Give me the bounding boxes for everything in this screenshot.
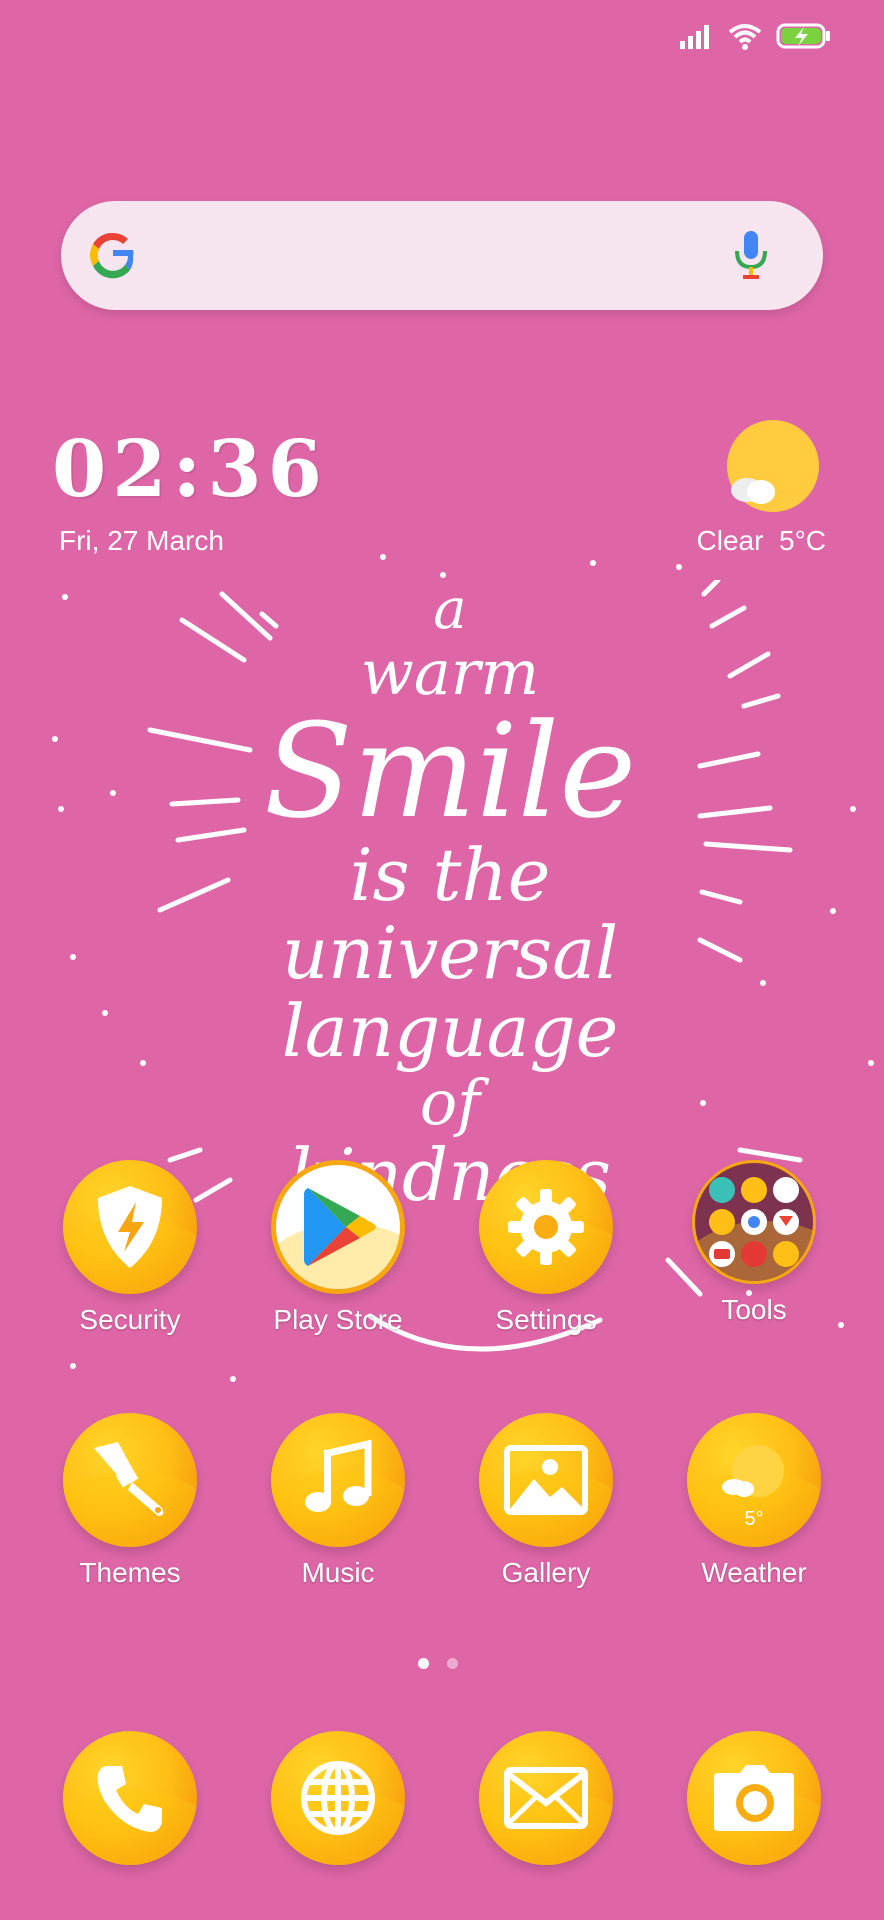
music-note-icon [305,1440,372,1512]
app-gallery[interactable]: Gallery [461,1413,631,1589]
app-label: Play Store [273,1304,403,1335]
dock-mail[interactable] [461,1731,631,1865]
app-label: Security [79,1304,181,1335]
app-play-store[interactable]: Play Store [253,1160,423,1336]
app-settings-icon-bg[interactable] [479,1160,613,1294]
quote-line: of [419,1066,481,1139]
image-icon [504,1445,588,1515]
app-label: Tools [721,1294,787,1325]
google-logo-icon [90,232,134,279]
app-label: Weather [701,1557,807,1588]
clock-time[interactable]: 02:36 [52,424,328,515]
dock-camera[interactable] [669,1731,839,1865]
app-security[interactable]: Security [45,1160,215,1336]
microphone-icon[interactable] [731,229,771,281]
dock-camera-icon-bg[interactable] [687,1731,821,1865]
quote-line: a [433,577,467,642]
weather-temp: 5°C [779,525,826,556]
paintbrush-icon [94,1442,164,1516]
app-label: Gallery [501,1557,591,1588]
quote-line: kindness [289,1133,611,1217]
app-music-icon-bg[interactable] [271,1413,405,1547]
quote-line: is the [349,833,551,917]
page-indicator [418,1658,458,1669]
globe-icon [301,1761,375,1835]
app-themes-icon-bg[interactable] [63,1413,197,1547]
phone-icon [97,1766,162,1832]
weather-condition: Clear [696,525,764,556]
play-store-icon [304,1188,376,1266]
app-label: Settings [495,1304,597,1335]
quote-line: universal [281,911,619,995]
app-weather-icon-bg[interactable]: 5° [687,1413,821,1547]
wallpaper-quote: a warm Smile is the universal language o… [140,577,760,1217]
gear-icon [508,1189,584,1265]
signal-icon [680,25,709,49]
mail-icon [504,1767,588,1829]
folder-icon[interactable] [692,1160,816,1284]
quote-line: language [281,989,619,1073]
dock-browser[interactable] [253,1731,423,1865]
clock-date: Fri, 27 March [59,525,224,556]
app-label: Themes [79,1557,181,1588]
app-play-store-icon-bg[interactable] [271,1160,405,1294]
quote-line: Smile [263,695,637,847]
app-music[interactable]: Music [253,1413,423,1589]
camera-icon [714,1765,794,1831]
page-dot[interactable] [447,1658,458,1669]
app-settings[interactable]: Settings [461,1160,631,1336]
dock-mail-icon-bg[interactable] [479,1731,613,1865]
folder-preview-icons [709,1177,799,1267]
app-label: Music [301,1557,375,1588]
app-weather[interactable]: 5° Weather [669,1413,839,1589]
dock-phone[interactable] [45,1731,215,1865]
wifi-icon [728,24,762,50]
page-dot-active[interactable] [418,1658,429,1669]
status-bar [680,22,832,50]
dock-browser-icon-bg[interactable] [271,1731,405,1865]
app-tools-folder[interactable]: Tools [669,1160,839,1326]
app-themes[interactable]: Themes [45,1413,215,1589]
weather-badge: 5° [744,1508,764,1530]
dock-phone-icon-bg[interactable] [63,1731,197,1865]
shield-bolt-icon [98,1186,162,1268]
app-gallery-icon-bg[interactable] [479,1413,613,1547]
battery-charging-icon [776,23,830,49]
weather-summary[interactable]: Clear 5°C [697,525,826,557]
app-security-icon-bg[interactable] [63,1160,197,1294]
google-search-bar[interactable] [61,201,823,310]
sun-cloud-icon[interactable] [727,418,827,518]
